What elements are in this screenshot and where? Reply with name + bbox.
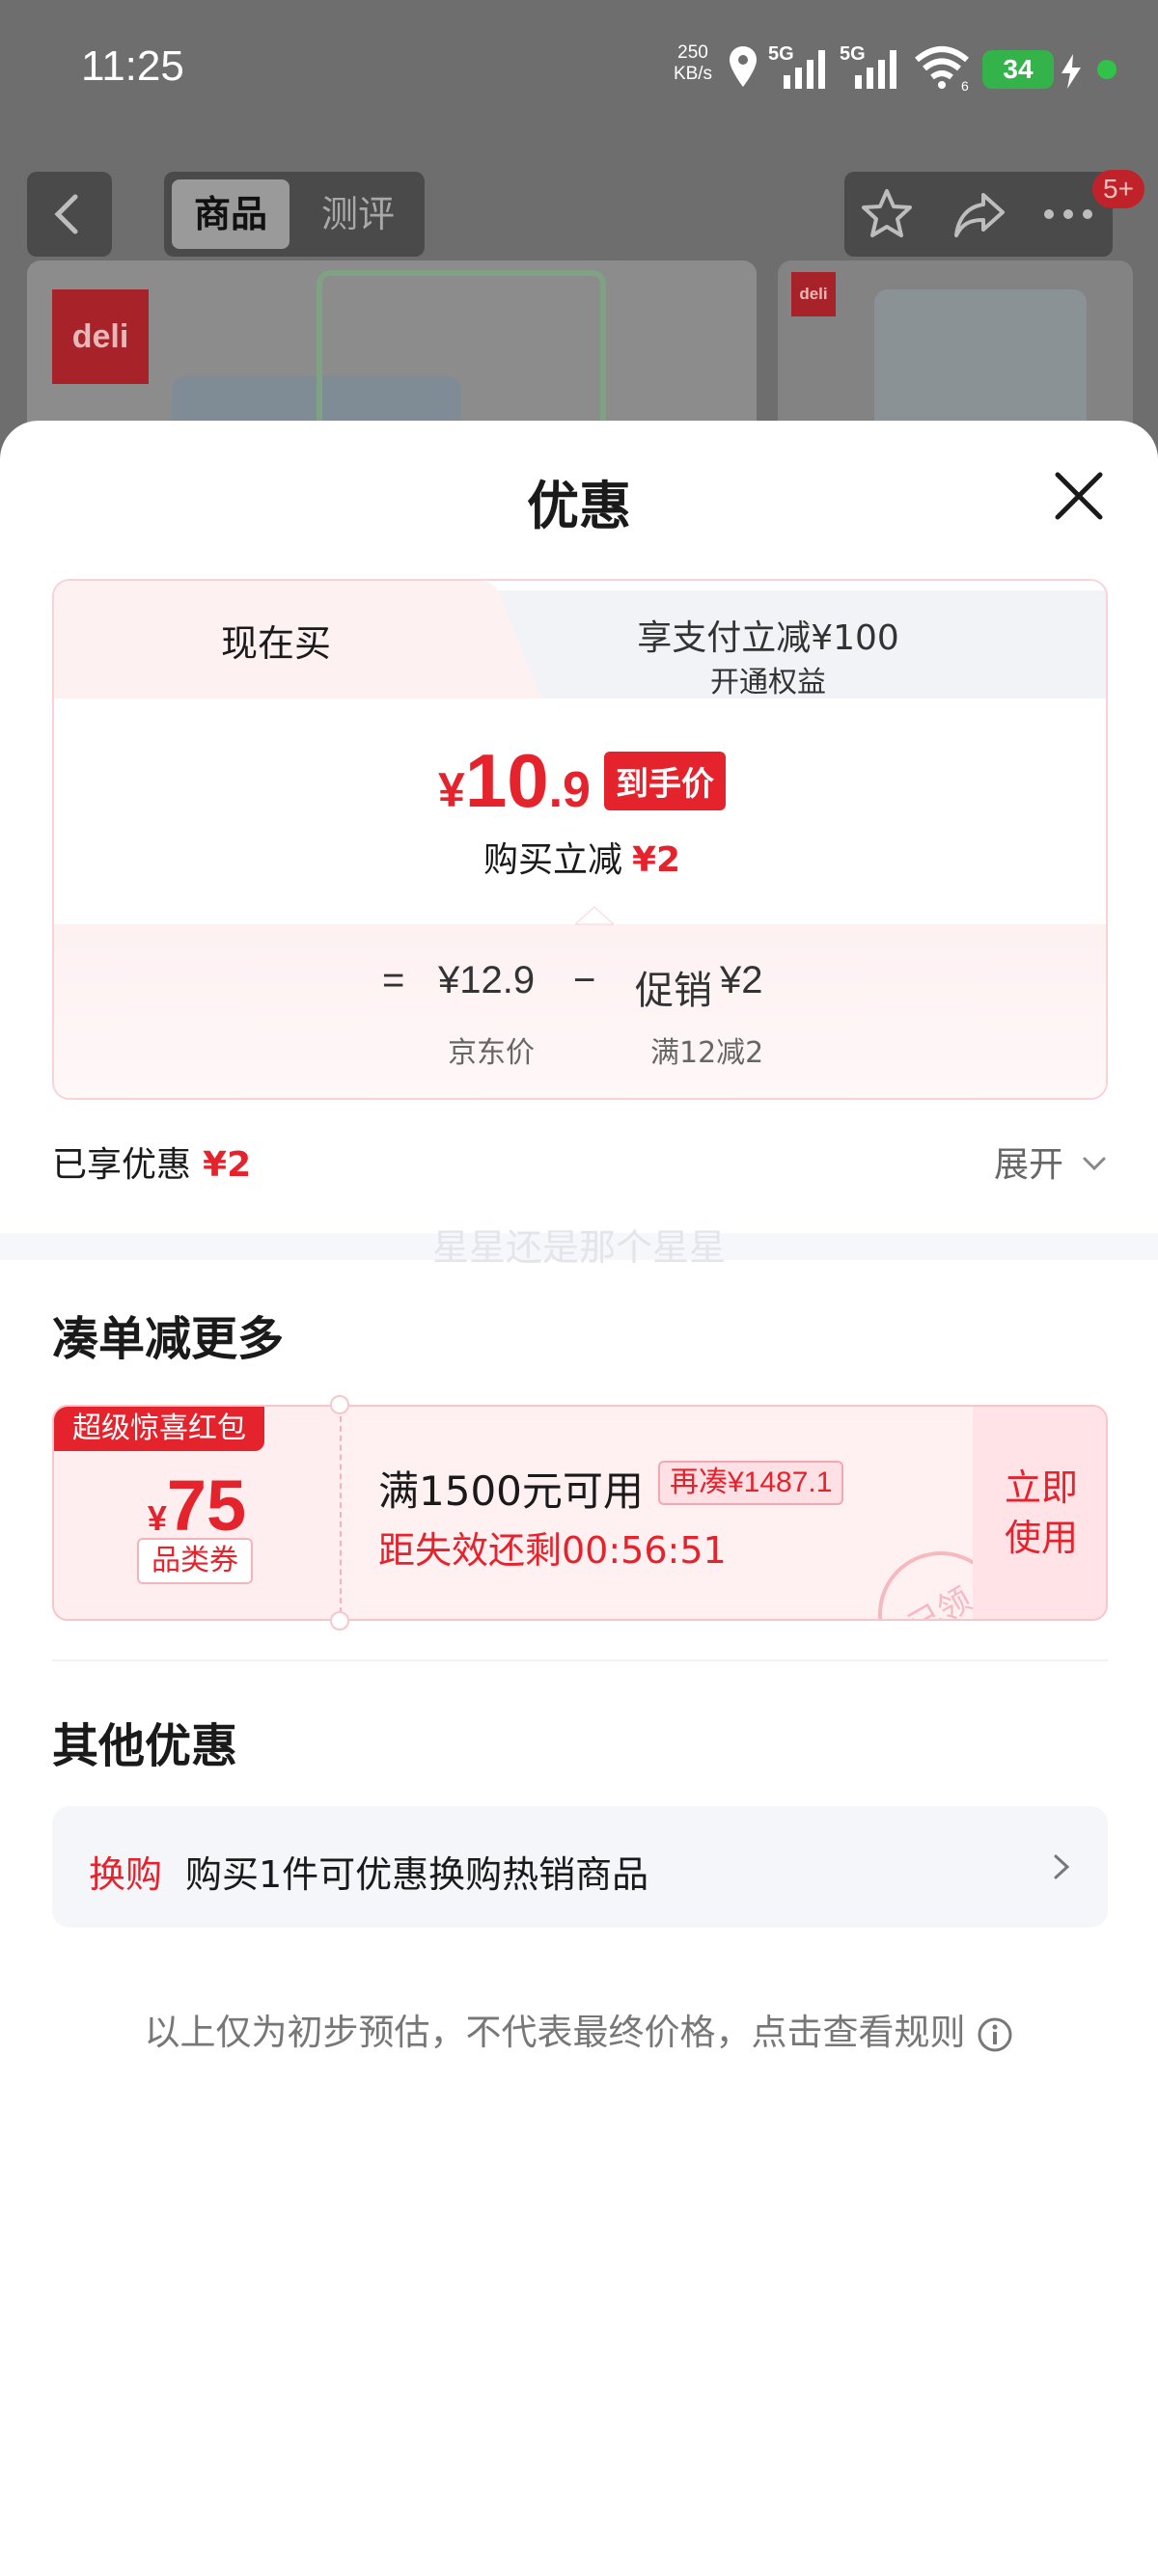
- top-actions: [844, 172, 1113, 257]
- instant-discount-value: ¥2: [631, 840, 681, 880]
- brand-logo-small: deli: [791, 272, 836, 316]
- battery-indicator: 34: [982, 50, 1054, 89]
- tab-pay-benefit-subtitle: 开通权益: [710, 666, 826, 699]
- breakdown-promo-value: ¥2: [720, 959, 763, 1001]
- price-card: 现在买 享支付立减¥100 开通权益 ¥10.9 到手价 购买立减 ¥2 = ¥12…: [52, 579, 1108, 1100]
- expand-button[interactable]: 展开: [994, 1137, 1063, 1187]
- breakdown-base-price: ¥12.9: [438, 959, 536, 1001]
- net-speed-unit: KB/s: [673, 64, 713, 84]
- final-price-tag: 到手价: [603, 752, 726, 810]
- share-icon[interactable]: [951, 185, 1008, 243]
- chevron-right-icon[interactable]: [1044, 1849, 1079, 1885]
- coupon-tag: 超级惊喜红包: [54, 1407, 264, 1451]
- enjoyed-discount: 已享优惠 ¥2: [52, 1137, 251, 1187]
- back-icon: [54, 194, 78, 234]
- breakdown-equals: =: [382, 959, 405, 1001]
- disclaimer[interactable]: 以上仅为初步预估，不代表最终价格，点击查看规则: [0, 2003, 1158, 2055]
- star-icon[interactable]: [858, 185, 916, 243]
- coupon-notch-bottom: [330, 1611, 349, 1631]
- final-price-dec: .9: [548, 762, 591, 818]
- top-tabs: 商品 测评: [164, 172, 425, 257]
- net-speed: 250 KB/s: [670, 42, 716, 85]
- breakdown-promo-sub: 满12减2: [650, 1036, 764, 1070]
- privacy-dot: [1097, 60, 1117, 79]
- status-bar: 11:25 250 KB/s 5G 5G 6 34: [0, 0, 1158, 145]
- coupon-more-needed: 再凑¥1487.1: [658, 1461, 844, 1505]
- breakdown-pointer: [575, 906, 614, 925]
- use-coupon-line1: 立即: [1004, 1466, 1078, 1509]
- watermark: 星星还是那个星星: [431, 1226, 726, 1269]
- sheet-title: 优惠: [527, 476, 631, 536]
- breakdown-promo-label: 促销: [635, 970, 712, 1012]
- coupon-amount-value: 75: [166, 1466, 247, 1546]
- status-time: 11:25: [81, 42, 184, 90]
- coupon-separator: [340, 1407, 342, 1619]
- enjoyed-label: 已享优惠: [52, 1145, 192, 1185]
- swap-purchase-row[interactable]: 换购 购买1件可优惠换购热销商品: [52, 1806, 1108, 1928]
- message-badge: 5+: [1092, 170, 1144, 208]
- wifi-icon: 6: [915, 46, 969, 93]
- breakdown-base-sub: 京东价: [448, 1036, 535, 1070]
- tab-pay-benefit-title: 享支付立减¥100: [637, 618, 899, 658]
- tab-review[interactable]: 测评: [299, 179, 417, 249]
- coupon-notch-top: [330, 1395, 349, 1414]
- instant-discount-label: 购买立减: [482, 840, 622, 880]
- more-deals-title: 凑单减更多: [52, 1312, 285, 1366]
- instant-discount: 购买立减 ¥2: [54, 832, 1106, 882]
- final-price: ¥10.9: [438, 737, 591, 825]
- coupon-countdown: 距失效还剩00:56:51: [378, 1529, 727, 1572]
- brand-logo: deli: [52, 289, 149, 384]
- info-icon[interactable]: [976, 2015, 1014, 2054]
- chevron-down-icon[interactable]: [1079, 1148, 1110, 1179]
- more-icon[interactable]: [1037, 185, 1099, 243]
- use-coupon-line2: 使用: [1004, 1517, 1078, 1559]
- coupon-type: 品类券: [137, 1538, 253, 1584]
- final-price-row: ¥10.9 到手价: [54, 737, 1106, 825]
- coupon-card[interactable]: 超级惊喜红包 ¥75 品类券 满1500元可用 再凑¥1487.1 距失效还剩0…: [52, 1405, 1108, 1621]
- final-price-int: 10: [464, 738, 549, 823]
- enjoyed-value: ¥2: [203, 1145, 252, 1185]
- swap-tag: 换购: [89, 1853, 163, 1896]
- charging-icon: [1062, 54, 1081, 89]
- other-deals-title: 其他优惠: [52, 1719, 238, 1773]
- coupon-condition: 满1500元可用: [378, 1467, 644, 1515]
- location-icon: [730, 46, 757, 87]
- final-price-symbol: ¥: [438, 763, 465, 817]
- coupon-amount: ¥75: [54, 1465, 340, 1547]
- signal2-label: 5G: [840, 43, 866, 65]
- close-icon[interactable]: [1050, 467, 1108, 525]
- signal-icon: 5G: [768, 43, 825, 89]
- signal-icon-2: 5G: [840, 43, 896, 89]
- wifi-label: 6: [961, 78, 969, 93]
- swap-text: 购买1件可优惠换购热销商品: [185, 1853, 649, 1896]
- price-breakdown: [54, 924, 1106, 1098]
- use-coupon-button[interactable]: 立即 使用: [973, 1463, 1106, 1563]
- app-root: 11:25 250 KB/s 5G 5G 6 34 商品 测评 5+ deli …: [0, 0, 1158, 2576]
- breakdown-minus: −: [573, 959, 596, 1001]
- net-speed-value: 250: [677, 42, 708, 63]
- tab-buy-now[interactable]: 现在买: [54, 614, 498, 667]
- tab-product[interactable]: 商品: [172, 179, 290, 249]
- thin-divider: [52, 1659, 1108, 1661]
- back-button[interactable]: [27, 172, 112, 257]
- signal1-label: 5G: [768, 43, 794, 65]
- disclaimer-text: 以上仅为初步预估，不代表最终价格，点击查看规则: [144, 2012, 966, 2053]
- coupon-amount-symbol: ¥: [147, 1498, 167, 1538]
